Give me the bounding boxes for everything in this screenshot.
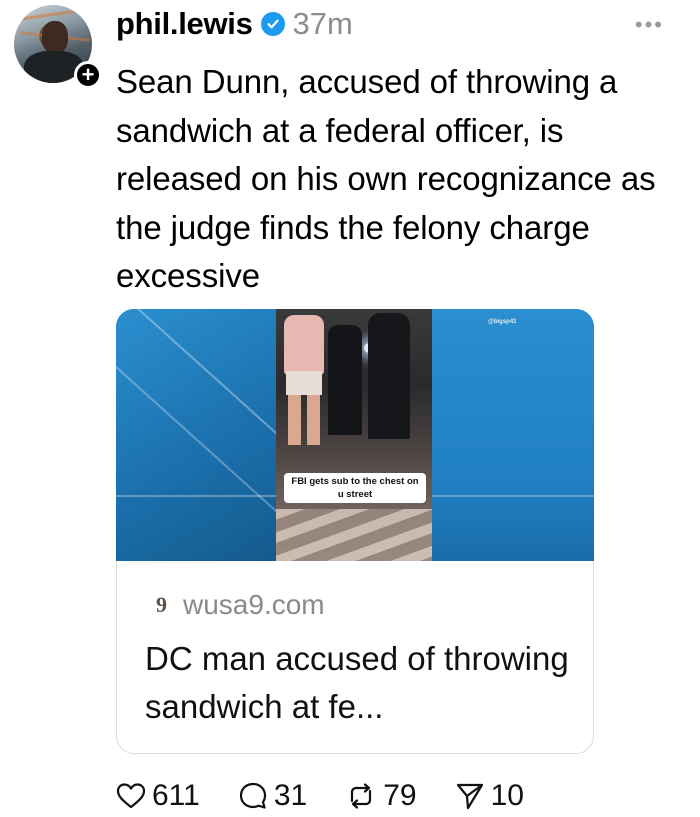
- avatar-face: [42, 21, 68, 53]
- follow-plus-icon[interactable]: +: [74, 61, 102, 89]
- photo-person-shorts: [286, 371, 322, 395]
- link-source: 9 wusa9.com: [145, 589, 325, 621]
- post-header: phil.lewis 37m: [116, 4, 353, 44]
- comment-count: 31: [273, 779, 308, 812]
- media-left-panel: [116, 309, 304, 561]
- more-icon[interactable]: •••: [635, 12, 664, 38]
- heart-icon: [116, 782, 146, 810]
- post-media[interactable]: FBI gets sub to the chest on u street @b…: [116, 309, 594, 561]
- link-card[interactable]: 9 wusa9.com DC man accused of throwing s…: [116, 561, 594, 754]
- link-headline[interactable]: DC man accused of throwing sandwich at f…: [145, 635, 575, 731]
- photo-officer: [328, 325, 362, 435]
- repost-button[interactable]: 79: [345, 779, 417, 813]
- media-decor-line: [432, 495, 594, 497]
- media-decor-line: [116, 342, 284, 518]
- share-icon: [455, 781, 485, 811]
- media-photo: FBI gets sub to the chest on u street: [276, 309, 432, 561]
- like-button[interactable]: 611: [116, 779, 200, 813]
- photo-officer: [368, 313, 410, 439]
- avatar-background-detail: [16, 7, 90, 22]
- repost-count: 79: [383, 779, 417, 812]
- photo-street: [276, 509, 432, 561]
- source-domain: wusa9.com: [183, 589, 325, 620]
- timestamp[interactable]: 37m: [293, 6, 353, 42]
- verified-icon: [260, 12, 285, 36]
- avatar-container[interactable]: +: [14, 5, 102, 89]
- photo-person: [284, 315, 324, 375]
- action-bar: 611 31 79 10: [116, 776, 562, 816]
- comment-icon: [238, 781, 268, 811]
- post-text: Sean Dunn, accused of throwing a sandwic…: [116, 63, 656, 294]
- media-right-panel: [432, 309, 594, 561]
- comment-button[interactable]: 31: [238, 779, 307, 813]
- media-decor-line: [116, 495, 276, 497]
- repost-icon: [345, 781, 377, 811]
- share-count: 10: [490, 779, 524, 812]
- media-watermark: @bigsp41: [488, 319, 517, 325]
- username[interactable]: phil.lewis: [116, 6, 253, 42]
- like-count: 611: [152, 779, 200, 812]
- share-button[interactable]: 10: [455, 779, 524, 813]
- media-caption: FBI gets sub to the chest on u street: [284, 473, 426, 503]
- source-logo-icon: 9: [156, 592, 167, 617]
